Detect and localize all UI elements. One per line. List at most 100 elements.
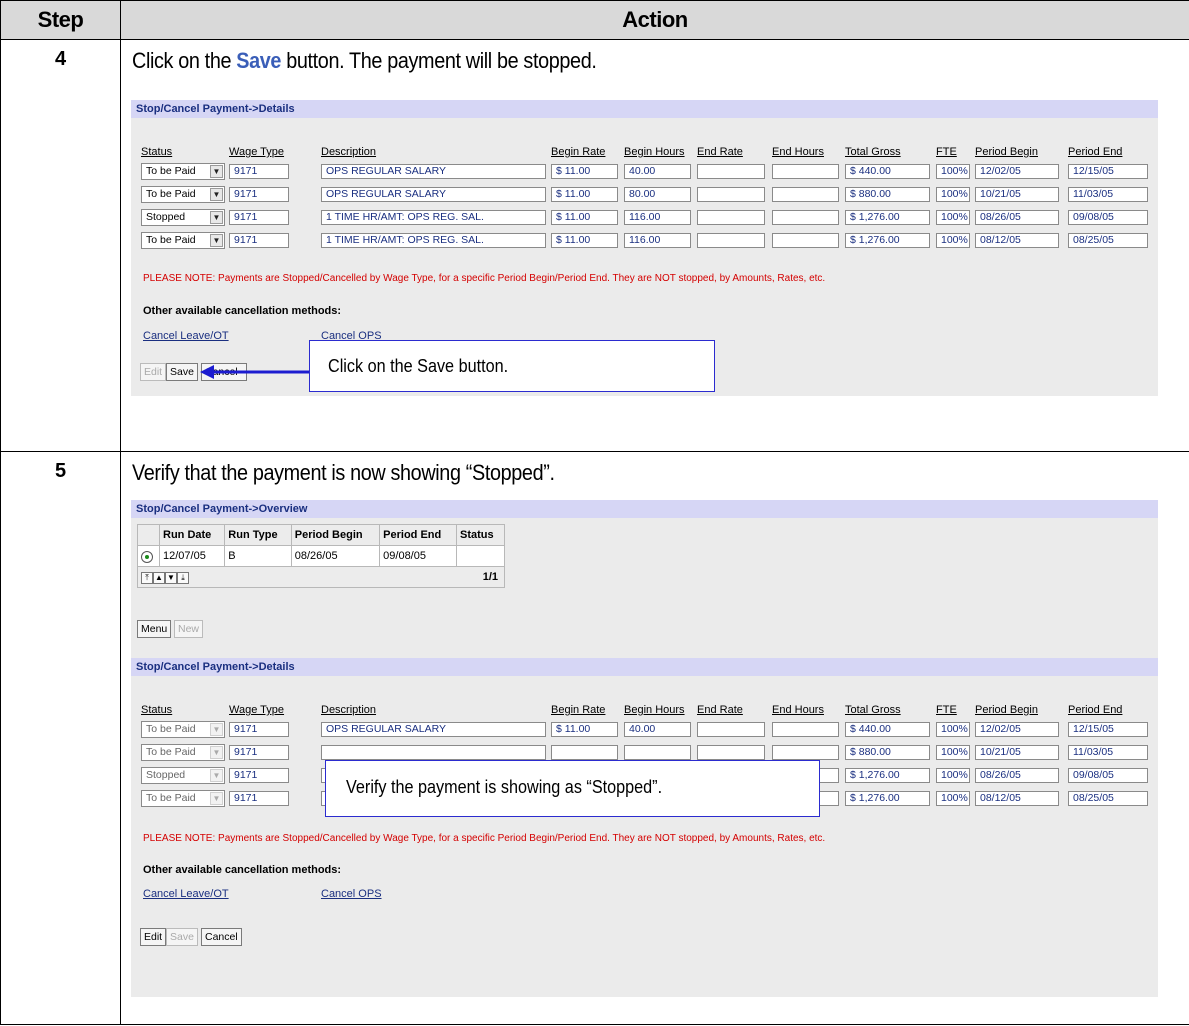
other-methods-label-1: Other available cancellation methods: — [143, 305, 342, 317]
ov-run-type: B — [224, 545, 292, 567]
radio-button[interactable] — [137, 545, 160, 567]
status-value: To be Paid — [146, 723, 196, 735]
pager-prev-icon[interactable]: ▲ — [153, 571, 165, 584]
menu-button[interactable]: Menu — [137, 620, 172, 638]
ov-period-begin: 08/26/05 — [290, 545, 381, 567]
col-header-total-gross: Total Gross — [845, 704, 901, 716]
cell-endhours — [772, 187, 839, 202]
chevron-down-icon[interactable]: ▼ — [210, 234, 223, 247]
col-header-begin-hours: Begin Hours — [624, 146, 685, 158]
status-select[interactable]: Stopped ▼ — [141, 767, 225, 784]
cell-gross: $ 440.00 — [845, 164, 930, 179]
cell-wage: 9171 — [229, 164, 289, 179]
overview-table: Run Date Run Type Period Begin Period En… — [137, 524, 506, 588]
col-header-end-hours: End Hours — [772, 146, 824, 158]
chevron-down-icon[interactable]: ▼ — [210, 769, 223, 782]
new-button[interactable]: New — [174, 620, 204, 638]
cell-fte: 100% — [936, 722, 970, 737]
status-select[interactable]: To be Paid ▼ — [141, 232, 225, 249]
cell-gross: $ 1,276.00 — [845, 210, 930, 225]
cell-desc — [321, 745, 546, 760]
edit-button-2[interactable]: Edit — [140, 928, 167, 946]
cell-pe: 11/03/05 — [1068, 187, 1148, 202]
chevron-down-icon[interactable]: ▼ — [210, 792, 223, 805]
cell-wage: 9171 — [229, 745, 289, 760]
cell-hours: 40.00 — [624, 164, 691, 179]
cell-hours: 80.00 — [624, 187, 691, 202]
ov-col-period-end: Period End — [379, 524, 457, 546]
chevron-down-icon[interactable]: ▼ — [210, 746, 223, 759]
cell-pb: 12/02/05 — [975, 164, 1059, 179]
cell-hours: 116.00 — [624, 210, 691, 225]
cell-wage: 9171 — [229, 233, 289, 248]
cell-pb: 08/12/05 — [975, 233, 1059, 248]
cell-gross: $ 1,276.00 — [845, 233, 930, 248]
cell-gross: $ 880.00 — [845, 187, 930, 202]
cell-endhours — [772, 233, 839, 248]
pager-next-icon[interactable]: ▼ — [165, 571, 177, 584]
ov-period-end: 09/08/05 — [379, 545, 457, 567]
cell-fte: 100% — [936, 210, 970, 225]
cell-fte: 100% — [936, 768, 970, 783]
chevron-down-icon[interactable]: ▼ — [210, 165, 223, 178]
col-header-period-end: Period End — [1068, 704, 1123, 716]
col-header-fte: FTE — [936, 704, 957, 716]
table-row[interactable]: 12/07/05 B 08/26/05 09/08/05 — [137, 545, 506, 567]
cell-desc: 1 TIME HR/AMT: OPS REG. SAL. — [321, 210, 546, 225]
overview-screenshot: Stop/Cancel Payment->Overview Run Date R… — [131, 500, 1158, 997]
status-select[interactable]: To be Paid ▼ — [141, 744, 225, 761]
status-select[interactable]: Stopped ▼ — [141, 209, 225, 226]
save-button-1[interactable]: Save — [166, 363, 198, 381]
step-number-5: 5 — [0, 451, 121, 1025]
col-header-description: Description — [321, 704, 377, 716]
cancel-button-1[interactable]: Cancel — [201, 363, 247, 381]
cancel-ops-link-2[interactable]: Cancel OPS — [321, 888, 382, 900]
cell-gross: $ 440.00 — [845, 722, 930, 737]
cell-wage: 9171 — [229, 722, 289, 737]
cell-desc: OPS REGULAR SALARY — [321, 187, 546, 202]
ov-status — [455, 545, 506, 567]
details-title-1: Stop/Cancel Payment->Details — [131, 100, 1158, 118]
cell-endrate — [697, 722, 765, 737]
cell-pe: 08/25/05 — [1068, 791, 1148, 806]
chevron-down-icon[interactable]: ▼ — [210, 211, 223, 224]
cancel-leave-link-2[interactable]: Cancel Leave/OT — [143, 888, 229, 900]
cell-desc: OPS REGULAR SALARY — [321, 722, 546, 737]
cell-rate: $ 11.00 — [551, 722, 618, 737]
status-value: To be Paid — [146, 746, 196, 758]
col-header-end-rate: End Rate — [697, 704, 743, 716]
pager-last-icon[interactable]: ⤓ — [177, 571, 189, 584]
cell-endrate — [697, 164, 765, 179]
status-select[interactable]: To be Paid ▼ — [141, 790, 225, 807]
cell-pe: 12/15/05 — [1068, 164, 1148, 179]
save-button-2[interactable]: Save — [166, 928, 198, 946]
cell-pb: 08/26/05 — [975, 768, 1059, 783]
cell-wage: 9171 — [229, 187, 289, 202]
step-4-instruction: Click on the Save button. The payment wi… — [132, 48, 597, 73]
col-header-begin-rate: Begin Rate — [551, 146, 606, 158]
col-header-wage-type: Wage Type — [229, 704, 285, 716]
cancel-leave-link-1[interactable]: Cancel Leave/OT — [143, 330, 229, 342]
chevron-down-icon[interactable]: ▼ — [210, 723, 223, 736]
col-header-status: Status — [141, 704, 173, 716]
step-header: Step — [0, 0, 121, 40]
cancel-button-2[interactable]: Cancel — [201, 928, 242, 946]
cell-endhours — [772, 745, 839, 760]
chevron-down-icon[interactable]: ▼ — [210, 188, 223, 201]
edit-button-1[interactable]: Edit — [140, 363, 167, 381]
step-5-instruction: Verify that the payment is now showing “… — [132, 460, 555, 485]
status-select[interactable]: To be Paid ▼ — [141, 721, 225, 738]
status-select[interactable]: To be Paid ▼ — [141, 163, 225, 180]
cell-fte: 100% — [936, 791, 970, 806]
ov-run-date: 12/07/05 — [158, 545, 226, 567]
cell-endrate — [697, 187, 765, 202]
pager-first-icon[interactable]: ⤒ — [141, 571, 153, 584]
status-value: Stopped — [146, 769, 186, 781]
ov-col-select — [137, 524, 160, 546]
status-value: To be Paid — [146, 792, 196, 804]
col-header-period-end: Period End — [1068, 146, 1123, 158]
cell-pb: 12/02/05 — [975, 722, 1059, 737]
cell-pb: 08/12/05 — [975, 791, 1059, 806]
cell-endrate — [697, 210, 765, 225]
status-select[interactable]: To be Paid ▼ — [141, 186, 225, 203]
